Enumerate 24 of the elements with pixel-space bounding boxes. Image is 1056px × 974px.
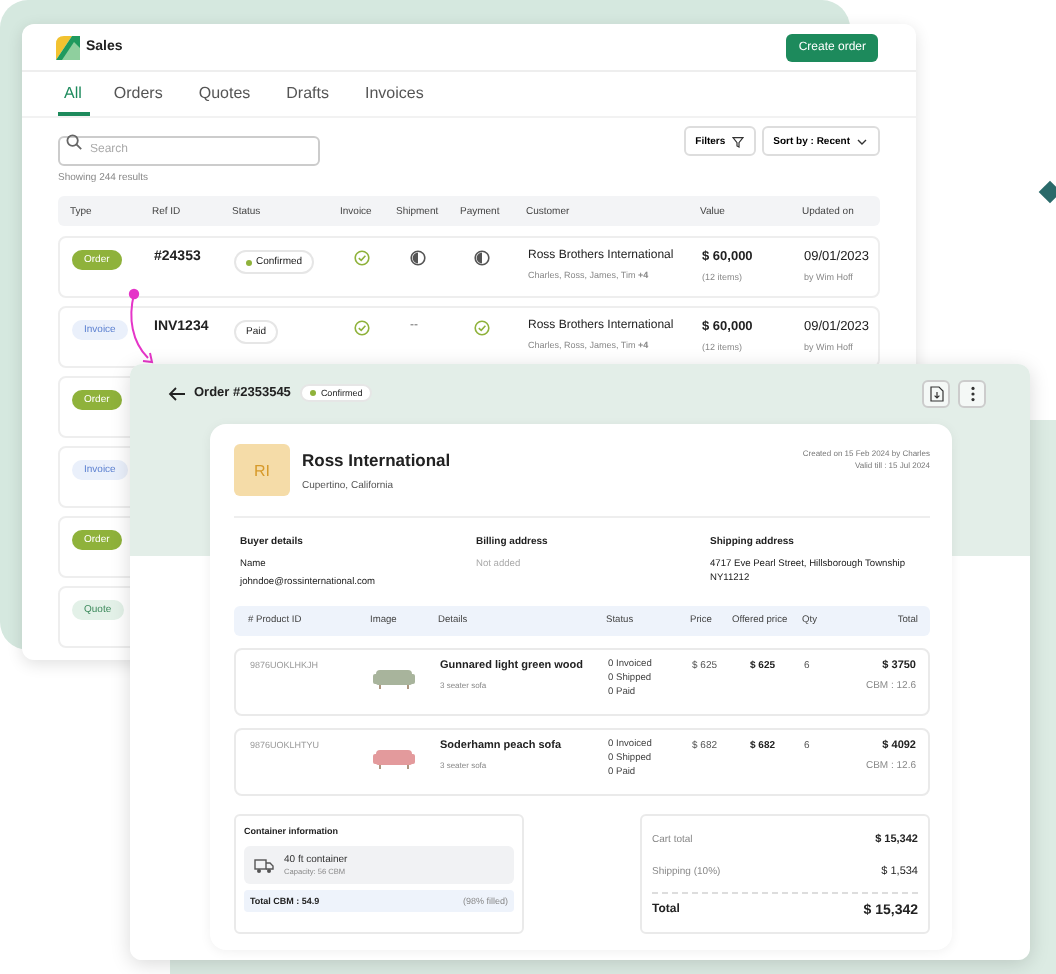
logo-icon [56,35,80,59]
download-button[interactable] [922,379,950,407]
customer-name: Ross International [302,450,453,470]
back-arrow-icon[interactable] [168,385,186,401]
search-icon [66,133,82,149]
half-circle-icon [474,250,490,266]
pointer-icon [1038,180,1056,204]
curved-arrow [128,288,154,364]
more-button[interactable] [958,379,986,407]
document-icon [929,385,943,401]
more-icon [969,385,975,401]
tab[interactable]: All [58,72,90,116]
tab[interactable]: Orders [101,72,175,116]
check-circle-icon [354,320,370,336]
filter-icon [731,135,744,147]
tab[interactable]: Invoices [352,72,436,116]
half-circle-icon [410,250,426,266]
tab[interactable]: Quotes [186,72,263,116]
check-circle-icon [354,250,370,266]
initials-avatar: RI [234,444,290,496]
chevron-down-icon [856,135,868,147]
tab[interactable]: Drafts [274,72,341,116]
check-circle-icon [474,320,490,336]
truck-icon [254,857,274,873]
